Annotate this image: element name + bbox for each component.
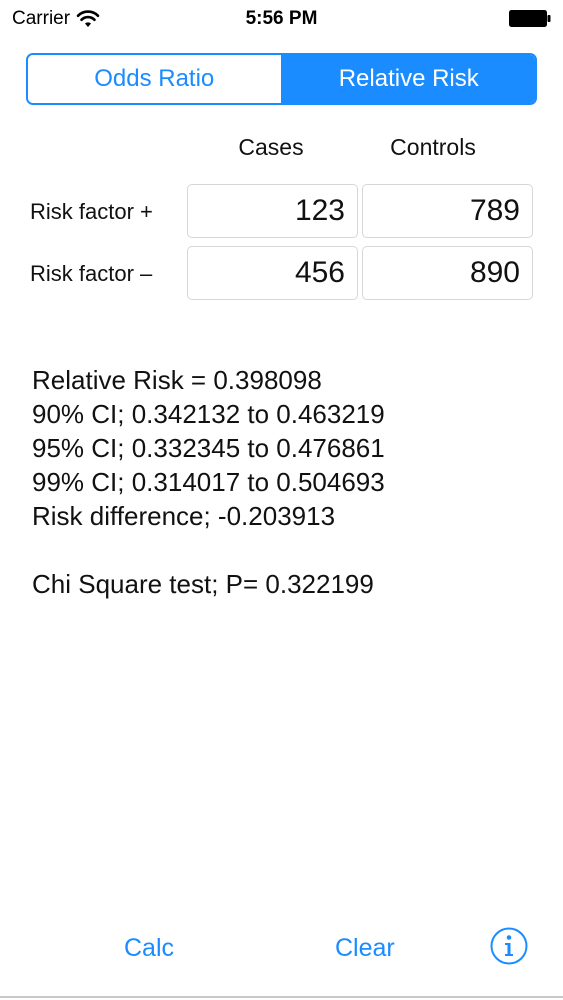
info-icon[interactable]	[489, 926, 529, 966]
wifi-icon	[76, 10, 100, 27]
results-panel: Relative Risk = 0.398098 90% CI; 0.34213…	[32, 363, 532, 601]
status-bar: Carrier 5:56 PM	[0, 0, 563, 40]
bottom-toolbar: Calc Clear	[0, 920, 563, 980]
bottom-divider	[0, 996, 563, 998]
risk-difference-result: Risk difference; -0.203913	[32, 501, 336, 531]
carrier-label: Carrier	[12, 8, 71, 29]
results-spacer	[32, 533, 532, 567]
mode-segmented-control: Odds Ratio Relative Risk	[26, 53, 537, 105]
ci-90-result: 90% CI; 0.342132 to 0.463219	[32, 399, 385, 429]
segment-odds-ratio[interactable]: Odds Ratio	[28, 55, 281, 103]
ci-99-result: 99% CI; 0.314017 to 0.504693	[32, 467, 385, 497]
column-header-controls: Controls	[390, 134, 476, 160]
carrier: Carrier	[12, 8, 100, 30]
calc-button[interactable]: Calc	[124, 934, 174, 963]
relative-risk-result: Relative Risk = 0.398098	[32, 365, 322, 395]
row-label-risk-factor-negative: Risk factor –	[30, 261, 153, 286]
segment-relative-risk[interactable]: Relative Risk	[280, 55, 535, 103]
ci-95-result: 95% CI; 0.332345 to 0.476861	[32, 433, 385, 463]
row-label-risk-factor-positive: Risk factor +	[30, 199, 153, 224]
cases-risk-negative-input[interactable]	[187, 246, 358, 300]
chi-square-result: Chi Square test; P= 0.322199	[32, 569, 374, 599]
controls-risk-negative-input[interactable]	[362, 246, 533, 300]
column-header-cases: Cases	[238, 134, 304, 160]
clear-button[interactable]: Clear	[335, 934, 395, 963]
cases-risk-positive-input[interactable]	[187, 184, 358, 238]
battery-icon	[509, 10, 551, 27]
controls-risk-positive-input[interactable]	[362, 184, 533, 238]
